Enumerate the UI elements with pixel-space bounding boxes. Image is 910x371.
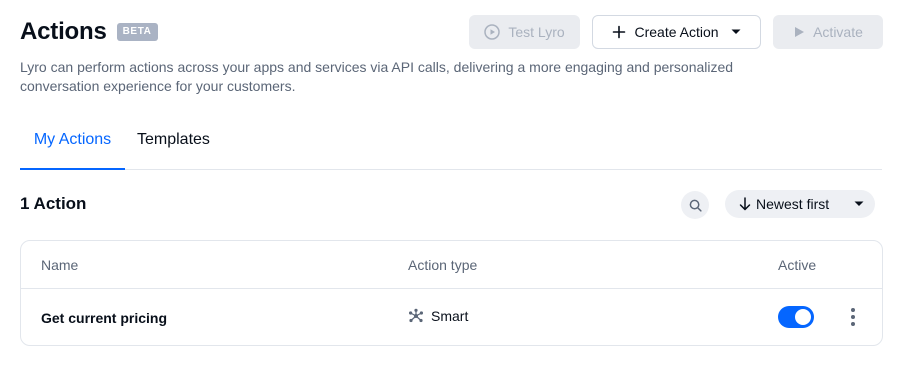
page-title: Actions <box>20 18 107 45</box>
action-name: Get current pricing <box>41 310 168 326</box>
table-row[interactable]: Get current pricing Smart <box>21 289 882 346</box>
tab-my-actions[interactable]: My Actions <box>20 120 125 170</box>
sort-label: Newest first <box>756 196 830 212</box>
page-header: Actions BETA <box>20 16 158 48</box>
more-vertical-icon-dot <box>851 315 855 319</box>
action-type-label: Smart <box>431 308 469 324</box>
table-header: Name Action type Active <box>21 241 882 289</box>
actions-table: Name Action type Active Get current pric… <box>20 240 883 346</box>
test-lyro-button[interactable]: Test Lyro <box>469 15 580 49</box>
column-header-active: Active <box>778 257 817 273</box>
column-header-action-type: Action type <box>408 257 478 273</box>
more-options-button[interactable] <box>847 307 859 327</box>
caret-down-icon <box>854 201 864 207</box>
page-description: Lyro can perform actions across your app… <box>20 59 734 94</box>
action-type: Smart <box>408 308 468 324</box>
plus-icon <box>612 25 626 39</box>
activate-button[interactable]: Activate <box>773 15 883 49</box>
create-action-button[interactable]: Create Action <box>592 15 761 49</box>
test-lyro-label: Test Lyro <box>508 24 565 40</box>
more-vertical-icon-dot <box>851 322 855 326</box>
tab-bar: My Actions Templates <box>20 120 882 170</box>
sort-dropdown[interactable]: Newest first <box>725 190 875 218</box>
beta-badge: BETA <box>116 23 158 41</box>
search-button[interactable] <box>681 191 709 219</box>
smart-network-icon <box>408 308 424 324</box>
tab-templates[interactable]: Templates <box>137 120 210 170</box>
more-vertical-icon <box>851 308 855 312</box>
create-action-label: Create Action <box>634 24 719 40</box>
arrow-down-icon <box>739 197 751 211</box>
toggle-knob <box>795 309 811 325</box>
caret-down-icon <box>731 29 741 35</box>
activate-label: Activate <box>813 24 863 40</box>
active-toggle[interactable] <box>778 306 814 328</box>
action-count: 1 Action <box>20 194 87 213</box>
play-circle-icon <box>484 24 501 40</box>
column-header-name: Name <box>41 257 79 273</box>
play-icon <box>793 26 805 38</box>
search-icon <box>689 199 702 212</box>
